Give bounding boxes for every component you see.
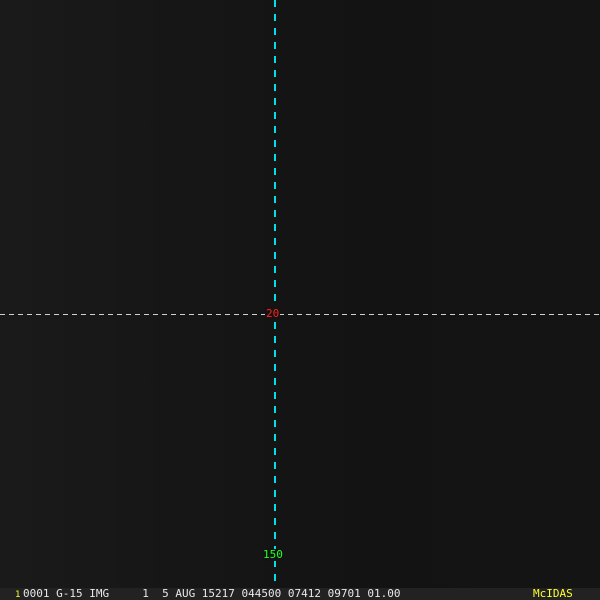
longitude-label: 150 xyxy=(262,548,284,561)
frame-number: 1 xyxy=(15,590,21,600)
mcidas-brand: McIDAS xyxy=(533,587,573,600)
longitude-line xyxy=(274,0,276,588)
image-info-text: 0001 G-15 IMG 1 5 AUG 15217 044500 07412… xyxy=(23,587,401,600)
satellite-image-frame[interactable]: 20 150 1 0001 G-15 IMG 1 5 AUG 15217 044… xyxy=(0,0,600,600)
image-info-bar: 1 0001 G-15 IMG 1 5 AUG 15217 044500 074… xyxy=(0,588,600,600)
latitude-line xyxy=(0,314,600,315)
latitude-label: 20 xyxy=(265,307,281,320)
